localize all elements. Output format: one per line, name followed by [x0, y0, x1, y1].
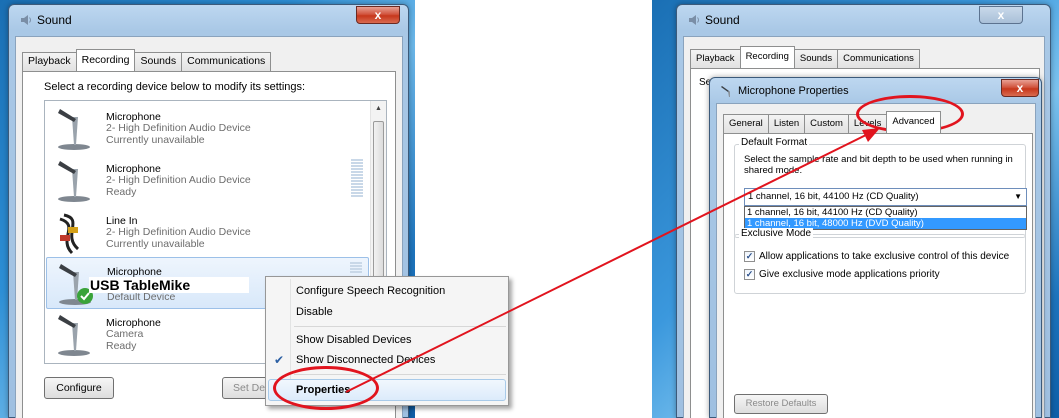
exclusive-mode-label: Exclusive Mode — [739, 228, 814, 239]
close-button[interactable]: x — [1001, 79, 1039, 97]
audio-cable-icon — [59, 213, 80, 255]
close-button[interactable]: x — [356, 6, 400, 24]
level-meter — [351, 159, 363, 198]
device-status: Currently unavailable — [106, 134, 205, 146]
annotation-circle-properties — [273, 366, 379, 410]
microphone-small-icon — [721, 86, 730, 97]
speaker-icon — [689, 15, 699, 25]
tab-communications[interactable]: Communications — [837, 49, 920, 68]
device-description: 2- High Definition Audio Device — [106, 122, 251, 134]
sample-rate-options: 1 channel, 16 bit, 44100 Hz (CD Quality)… — [744, 206, 1027, 230]
dropdown-option[interactable]: 1 channel, 16 bit, 44100 Hz (CD Quality) — [745, 207, 1026, 218]
tab-recording[interactable]: Recording — [739, 46, 795, 68]
microphone-icon — [58, 315, 90, 356]
sample-rate-dropdown[interactable]: 1 channel, 16 bit, 44100 Hz (CD Quality)… — [744, 188, 1027, 206]
menu-item-show-disabled[interactable]: Show Disabled Devices — [296, 334, 412, 346]
exclusive-priority-checkbox[interactable]: ✓ — [744, 269, 755, 280]
restore-defaults-button[interactable]: Restore Defaults — [734, 394, 828, 414]
menu-item-disable[interactable]: Disable — [296, 306, 333, 318]
list-item[interactable]: Microphone 2- High Definition Audio Devi… — [46, 155, 369, 207]
exclusive-mode-group — [734, 234, 1026, 294]
tab-custom[interactable]: Custom — [804, 114, 849, 133]
tab-strip: Playback Recording Sounds Communications — [22, 49, 272, 71]
instruction-text: Select a recording device below to modif… — [44, 81, 306, 93]
list-item[interactable]: Line In 2- High Definition Audio Device … — [46, 207, 369, 259]
level-meter — [350, 262, 362, 274]
tab-panel: Default Format Select the sample rate an… — [723, 133, 1033, 418]
microphone-icon — [58, 109, 90, 150]
menu-item-configure-speech[interactable]: Configure Speech Recognition — [296, 285, 445, 297]
window-title: Sound — [705, 13, 740, 27]
default-format-description: Select the sample rate and bit depth to … — [744, 154, 1013, 176]
window-client-area: General Listen Custom Levels Advanced De… — [716, 103, 1036, 418]
menu-item-show-disconnected[interactable]: Show Disconnected Devices — [296, 354, 435, 366]
checkmark-icon: ✔ — [274, 353, 285, 367]
tab-sounds[interactable]: Sounds — [134, 52, 183, 71]
device-description: 2- High Definition Audio Device — [106, 226, 251, 238]
chevron-down-icon: ▼ — [1014, 192, 1022, 201]
microphone-icon — [58, 161, 90, 202]
tab-recording[interactable]: Recording — [75, 49, 136, 71]
allow-exclusive-label: Allow applications to take exclusive con… — [759, 251, 1010, 262]
tab-strip: Playback Recording Sounds Communications — [690, 46, 920, 68]
device-description: 2- High Definition Audio Device — [106, 174, 251, 186]
menu-separator — [294, 326, 506, 327]
device-status: Ready — [106, 186, 137, 198]
window-title: Microphone Properties — [738, 85, 849, 97]
window-title: Sound — [37, 13, 72, 27]
speaker-icon — [21, 15, 31, 25]
tab-sounds[interactable]: Sounds — [793, 49, 839, 68]
allow-exclusive-checkbox[interactable]: ✓ — [744, 251, 755, 262]
tab-advanced[interactable]: Advanced — [886, 111, 941, 133]
device-status: Currently unavailable — [106, 238, 205, 250]
list-item[interactable]: Microphone 2- High Definition Audio Devi… — [46, 103, 369, 155]
default-format-label: Default Format — [739, 137, 810, 148]
device-description-overlay: USB TableMike — [89, 277, 249, 293]
tab-communications[interactable]: Communications — [181, 52, 272, 71]
tab-playback[interactable]: Playback — [22, 52, 77, 71]
close-button[interactable]: x — [979, 6, 1023, 24]
exclusive-priority-label: Give exclusive mode applications priorit… — [759, 269, 940, 280]
configure-button[interactable]: Configure — [44, 377, 114, 399]
tab-general[interactable]: General — [723, 114, 769, 133]
tab-strip: General Listen Custom Levels Advanced — [723, 111, 941, 133]
tab-playback[interactable]: Playback — [690, 49, 741, 68]
device-status: Ready — [106, 340, 137, 352]
device-description: Camera — [106, 328, 144, 340]
tab-listen[interactable]: Listen — [767, 114, 806, 133]
scroll-up-icon[interactable]: ▲ — [375, 105, 382, 112]
sample-rate-selected: 1 channel, 16 bit, 44100 Hz (CD Quality) — [748, 191, 919, 202]
